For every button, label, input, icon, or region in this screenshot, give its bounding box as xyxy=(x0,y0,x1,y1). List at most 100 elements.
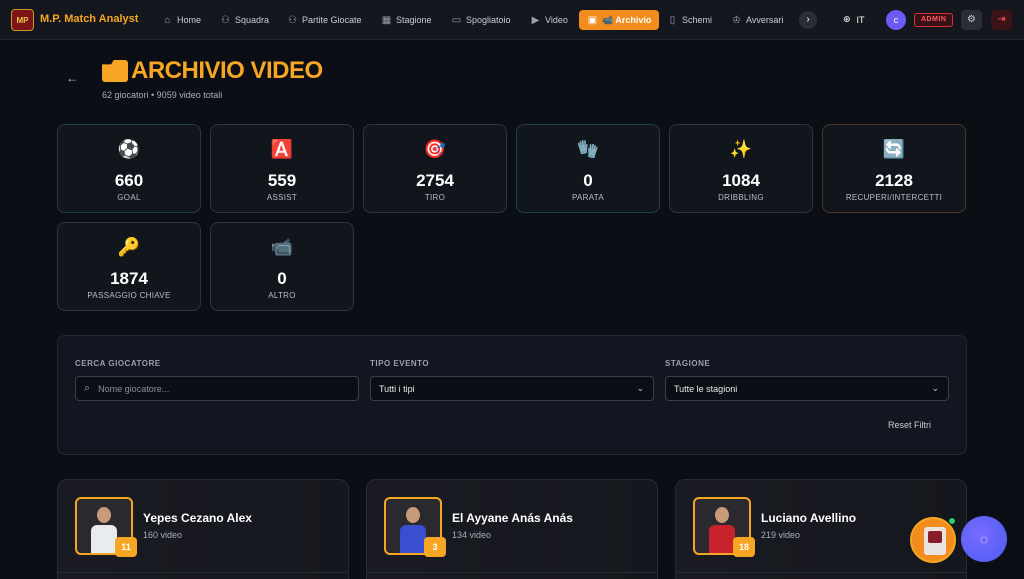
glove-icon: 🧤 xyxy=(576,139,600,159)
brand-name[interactable]: M.P. Match Analyst xyxy=(40,13,138,25)
nav-squadra[interactable]: ⚇ Squadra xyxy=(216,10,273,30)
target-icon: 🎯 xyxy=(423,139,447,159)
stat-label: PASSAGGIO CHIAVE xyxy=(87,291,171,300)
stat-value: 2128 xyxy=(875,171,913,190)
chat-icon: ▭ xyxy=(451,14,462,26)
chat-fab-button[interactable]: ◌ xyxy=(961,516,1007,562)
stat-value: 0 xyxy=(583,171,593,190)
stat-label: ASSIST xyxy=(266,193,298,202)
nav-home[interactable]: ⌂ Home xyxy=(158,10,205,30)
video-icon: ▶ xyxy=(531,14,540,26)
chevron-down-icon: ⌄ xyxy=(636,383,644,393)
globe-icon: ⊕ xyxy=(843,14,851,24)
nav-label: Squadra xyxy=(235,15,270,25)
event-type-label: TIPO EVENTO xyxy=(370,359,430,368)
archive-icon: ▣ xyxy=(587,14,598,26)
page-subtitle: 62 giocatori • 9059 video totali xyxy=(102,90,223,100)
player-card[interactable]: 3 El Ayyane Anás Anás 134 video xyxy=(366,479,658,579)
trophy-icon: ♔ xyxy=(732,14,741,26)
stat-label: PARATA xyxy=(571,193,605,202)
player-number-badge: 3 xyxy=(424,537,446,557)
nav-schemi[interactable]: ▯ Schemi xyxy=(663,10,716,30)
role-badge: ADMIN xyxy=(914,13,954,27)
home-icon: ⌂ xyxy=(164,14,171,26)
player-card[interactable]: 11 Yepes Cezano Alex 160 video xyxy=(57,479,349,579)
nav-spogliatoio[interactable]: ▭ Spogliatoio xyxy=(447,10,515,30)
stat-card-parata[interactable]: 🧤 0 PARATA xyxy=(516,124,660,213)
online-status-dot xyxy=(948,517,956,525)
stat-value: 559 xyxy=(267,171,297,190)
player-video-count: 134 video xyxy=(452,530,492,540)
player-head xyxy=(715,507,729,523)
assist-icon: 🅰️ xyxy=(270,139,294,159)
player-video-count: 160 video xyxy=(143,530,183,540)
stat-card-tiro[interactable]: 🎯 2754 TIRO xyxy=(363,124,507,213)
arrow-left-icon: ← xyxy=(66,71,78,85)
nav-archivio[interactable]: ▣ 📹 Archivio xyxy=(579,10,660,30)
nav-label: Home xyxy=(177,15,202,25)
reset-filters-button[interactable]: Reset Filtri xyxy=(888,420,931,430)
nav-partite-giocate[interactable]: ⚇ Partite Giocate xyxy=(283,10,366,30)
nav-more-button[interactable]: › xyxy=(799,11,817,29)
stat-card-recuperi[interactable]: 🔄 2128 RECUPERI/INTERCETTI xyxy=(822,124,966,213)
nav-label: Stagione xyxy=(396,15,432,25)
stat-label: ALTRO xyxy=(268,291,296,300)
page-title: ARCHIVIO VIDEO xyxy=(131,57,323,84)
player-head xyxy=(406,507,420,523)
event-type-select[interactable]: Tutti i tipi ⌄ xyxy=(370,376,654,401)
chat-bubble-icon: ◌ xyxy=(979,531,989,547)
nav-label: 📹 Archivio xyxy=(602,14,652,25)
stat-label: DRIBBLING xyxy=(718,193,764,202)
player-name: Luciano Avellino xyxy=(761,511,857,525)
nav-label: Video xyxy=(545,15,568,25)
player-kit xyxy=(709,525,735,553)
book-icon: ▯ xyxy=(669,14,676,26)
season-value: Tutte le stagioni xyxy=(674,383,738,394)
stat-label: TIRO xyxy=(424,193,446,202)
language-label: IT xyxy=(856,14,865,25)
nav-video[interactable]: ▶ Video xyxy=(526,10,572,30)
stat-label: RECUPERI/INTERCETTI xyxy=(845,193,943,202)
back-button[interactable]: ← xyxy=(66,71,78,85)
stat-label: GOAL xyxy=(117,193,141,202)
stat-card-goal[interactable]: ⚽ 660 GOAL xyxy=(57,124,201,213)
top-navbar: MP M.P. Match Analyst ⌂ Home ⚇ Squadra ⚇… xyxy=(0,0,1024,40)
logout-icon: ⇥ xyxy=(997,14,1006,25)
gear-icon: ⚙ xyxy=(967,14,976,25)
avatar-image-detail xyxy=(928,531,942,543)
stat-card-altro[interactable]: 📹 0 ALTRO xyxy=(210,222,354,311)
player-kit xyxy=(91,525,117,553)
player-search-field[interactable]: ⌕ xyxy=(75,376,359,401)
sparkles-icon: ✨ xyxy=(729,139,753,159)
nav-label: Partite Giocate xyxy=(302,15,362,25)
stat-card-passaggio-chiave[interactable]: 🔑 1874 PASSAGGIO CHIAVE xyxy=(57,222,201,311)
chevron-down-icon: ⌄ xyxy=(931,383,939,393)
card-divider xyxy=(58,572,348,573)
settings-button[interactable]: ⚙ xyxy=(961,10,982,30)
player-number-badge: 11 xyxy=(115,537,137,557)
calendar-icon: ▦ xyxy=(381,14,392,26)
season-select[interactable]: Tutte le stagioni ⌄ xyxy=(665,376,949,401)
nav-label: Schemi xyxy=(682,15,713,25)
nav-avversari[interactable]: ♔ Avversari xyxy=(727,10,787,30)
player-video-count: 219 video xyxy=(761,530,801,540)
player-search-input[interactable] xyxy=(98,383,339,394)
player-number-badge: 18 xyxy=(733,537,755,557)
player-name: Yepes Cezano Alex xyxy=(143,511,252,525)
nav-label: Spogliatoio xyxy=(466,15,511,25)
nav-stagione[interactable]: ▦ Stagione xyxy=(377,10,436,30)
stat-value: 2754 xyxy=(416,171,454,190)
logout-button[interactable]: ⇥ xyxy=(991,10,1012,30)
stat-card-assist[interactable]: 🅰️ 559 ASSIST xyxy=(210,124,354,213)
folder-icon xyxy=(102,60,128,82)
stat-card-dribbling[interactable]: ✨ 1084 DRIBBLING xyxy=(669,124,813,213)
people-icon: ⚇ xyxy=(288,14,297,26)
card-divider xyxy=(367,572,657,573)
filters-panel: CERCA GIOCATORE ⌕ TIPO EVENTO Tutti i ti… xyxy=(57,335,967,455)
card-divider xyxy=(676,572,966,573)
brand-logo[interactable]: MP xyxy=(11,9,34,31)
chevron-right-icon: › xyxy=(806,14,810,25)
language-switcher[interactable]: ⊕ IT xyxy=(843,14,865,25)
key-icon: 🔑 xyxy=(117,237,141,257)
user-avatar[interactable]: c xyxy=(886,10,906,30)
